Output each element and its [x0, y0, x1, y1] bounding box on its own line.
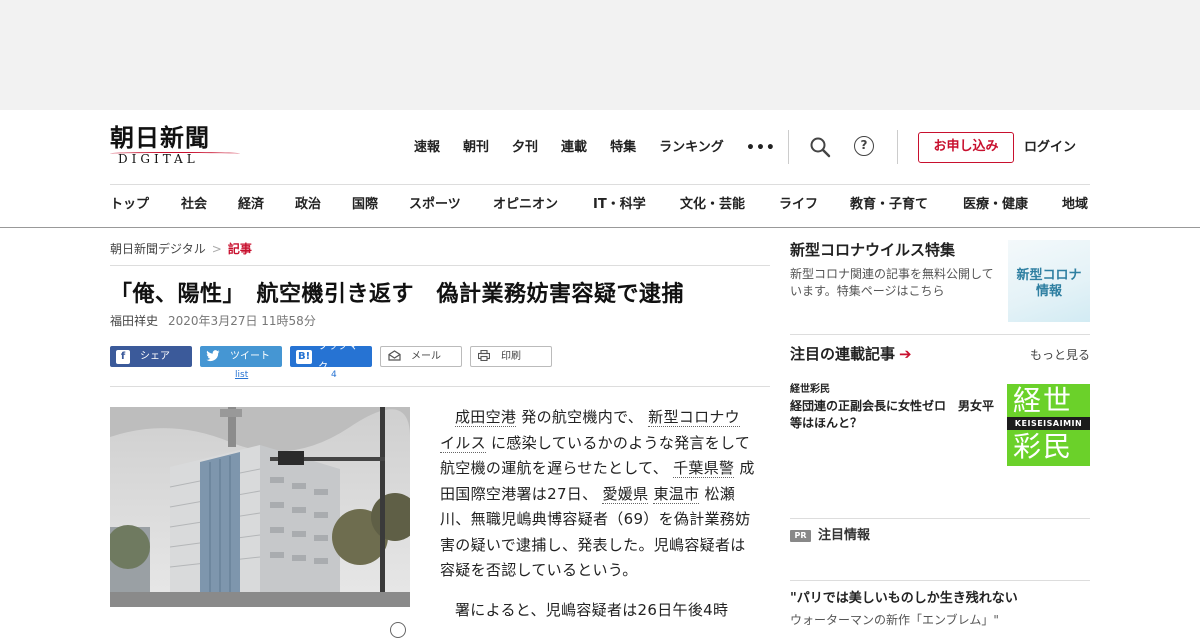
top-nav-series[interactable]: 連載	[561, 138, 587, 158]
keyword-link[interactable]: 千葉県警	[673, 459, 735, 478]
series-thumb-top: 経世	[1013, 384, 1074, 417]
cat-region[interactable]: 地域	[1062, 195, 1088, 215]
top-nav-features[interactable]: 特集	[610, 138, 636, 158]
top-nav-ranking[interactable]: ランキング	[659, 138, 724, 158]
category-nav: トップ 社会 経済 政治 国際 スポーツ オピニオン IT・科学 文化・芸能 ラ…	[110, 195, 1100, 215]
series-thumbnail[interactable]: 経世 KEISEISAIMIN 彩民	[1007, 384, 1090, 466]
publish-date: 2020年3月27日 11時58分	[168, 314, 316, 328]
keyword-link[interactable]: 東温市	[653, 484, 700, 504]
twitter-share-label: ツイート	[230, 351, 270, 362]
header-divider	[897, 130, 898, 164]
more-menu-icon[interactable]: •••	[746, 138, 776, 158]
twitter-count[interactable]: list	[235, 369, 248, 381]
print-label: 印刷	[501, 351, 521, 362]
corona-feature-thumbnail[interactable]: 新型コロナ 情報	[1008, 240, 1090, 322]
article-photo[interactable]	[110, 407, 410, 607]
police-building-image	[110, 407, 410, 607]
pr-section-title: 注目情報	[818, 528, 871, 543]
logo-main-text: 朝日新聞	[110, 123, 210, 152]
twitter-bird-icon	[206, 349, 220, 364]
pr-badge: PR	[790, 530, 811, 542]
series-kicker[interactable]: 経世彩民	[790, 383, 830, 397]
subscribe-button[interactable]: お申し込み	[918, 132, 1014, 163]
hatena-bookmark-button[interactable]: B! ブックマーク	[290, 341, 372, 373]
facebook-share-button[interactable]: f シェア	[110, 346, 192, 367]
site-header: 朝日新聞 DIGITAL 速報 朝刊 夕刊 連載 特集 ランキング ••• ? …	[0, 110, 1200, 228]
zoom-icon[interactable]	[390, 622, 406, 638]
series-headline[interactable]: 経団連の正副会長に女性ゼロ 男女平等はほんと？	[790, 398, 1002, 432]
cat-sports[interactable]: スポーツ	[409, 195, 461, 215]
login-link[interactable]: ログイン	[1024, 138, 1076, 158]
help-icon[interactable]: ?	[854, 136, 876, 158]
breadcrumb-rule	[110, 265, 770, 266]
top-nav-morning[interactable]: 朝刊	[463, 138, 489, 158]
article-body: 成田空港 発の航空機内で、 新型コロナウイルス に感染しているかのような発言をし…	[440, 405, 755, 623]
featured-series-title[interactable]: 注目の連載記事 ➔	[790, 344, 912, 364]
corona-feature-description[interactable]: 新型コロナ関連の記事を無料公開しています。特集ページはこちら	[790, 266, 1002, 300]
search-icon[interactable]	[809, 136, 831, 158]
pr-subline[interactable]: ウォーターマンの新作「エンブレム」"	[790, 612, 999, 628]
author-name: 福田祥史	[110, 314, 159, 328]
cat-society[interactable]: 社会	[181, 195, 207, 215]
ad-banner-area	[0, 0, 1200, 110]
breadcrumb: 朝日新聞デジタル > 記事	[110, 240, 252, 258]
corona-thumb-text: 新型コロナ 情報	[1008, 268, 1090, 300]
article-headline: 「俺、陽性」 航空機引き返す 偽計業務妨害容疑で逮捕	[110, 282, 685, 307]
keyword-link[interactable]: 成田空港	[455, 408, 517, 427]
corona-thumb-line: 情報	[1035, 284, 1062, 299]
cat-it-science[interactable]: IT・科学	[593, 195, 646, 215]
mail-label: メール	[411, 351, 441, 362]
printer-icon	[477, 349, 491, 364]
hatena-bookmark-icon: B!	[296, 349, 313, 364]
breadcrumb-current: 記事	[227, 242, 252, 256]
cat-top[interactable]: トップ	[110, 195, 149, 215]
more-link[interactable]: もっと見る	[1030, 346, 1090, 364]
arrow-right-icon: ➔	[899, 345, 912, 363]
cat-life[interactable]: ライフ	[779, 195, 818, 215]
sidebar-rule	[790, 334, 1090, 335]
featured-series-label: 注目の連載記事	[790, 345, 896, 363]
breadcrumb-home[interactable]: 朝日新聞デジタル	[110, 242, 206, 256]
cat-culture[interactable]: 文化・芸能	[680, 195, 745, 215]
top-nav-evening[interactable]: 夕刊	[512, 138, 538, 158]
top-nav: 速報 朝刊 夕刊 連載 特集 ランキング	[414, 138, 747, 158]
cat-education[interactable]: 教育・子育て	[850, 195, 928, 215]
series-thumb-band: KEISEISAIMIN	[1007, 417, 1090, 430]
corona-thumb-line: 新型コロナ	[1016, 268, 1082, 283]
hatena-label: ブックマーク	[318, 340, 369, 373]
article-byline: 福田祥史 2020年3月27日 11時58分	[110, 312, 316, 330]
sidebar-rule	[790, 580, 1090, 581]
cat-opinion[interactable]: オピニオン	[493, 195, 558, 215]
keyword-link[interactable]: 愛媛県	[602, 484, 649, 504]
asahi-logo[interactable]: 朝日新聞 DIGITAL	[110, 124, 242, 170]
breadcrumb-separator: >	[211, 242, 222, 256]
sidebar-rule	[790, 518, 1090, 519]
share-rule	[110, 386, 770, 387]
twitter-share-button[interactable]: ツイート	[200, 346, 282, 367]
series-thumb-bottom: 彩民	[1013, 430, 1074, 463]
mail-share-button[interactable]: メール	[380, 346, 462, 367]
header-divider	[788, 130, 789, 164]
article-paragraph: 署によると、児嶋容疑者は26日午後4時	[455, 600, 729, 619]
paragraph-text: 発の航空機内で、	[521, 408, 644, 426]
top-nav-breaking[interactable]: 速報	[414, 138, 440, 158]
help-glyph: ?	[854, 136, 874, 156]
cat-economy[interactable]: 経済	[238, 195, 264, 215]
facebook-icon: f	[116, 349, 130, 364]
logo-swoosh	[110, 152, 240, 155]
print-button[interactable]: 印刷	[470, 346, 552, 367]
facebook-share-label: シェア	[140, 351, 170, 362]
header-rule	[110, 184, 1090, 185]
mail-icon	[387, 349, 401, 364]
article-paragraph: 成田空港 発の航空機内で、 新型コロナウイルス に感染しているかのような発言をし…	[440, 405, 755, 584]
cat-medical[interactable]: 医療・健康	[963, 195, 1028, 215]
cat-politics[interactable]: 政治	[295, 195, 321, 215]
hatena-count[interactable]: 4	[331, 369, 337, 381]
corona-feature-title[interactable]: 新型コロナウイルス特集	[790, 240, 955, 260]
cat-international[interactable]: 国際	[352, 195, 378, 215]
pr-headline[interactable]: "パリでは美しいものしか生き残れない	[790, 590, 1018, 608]
